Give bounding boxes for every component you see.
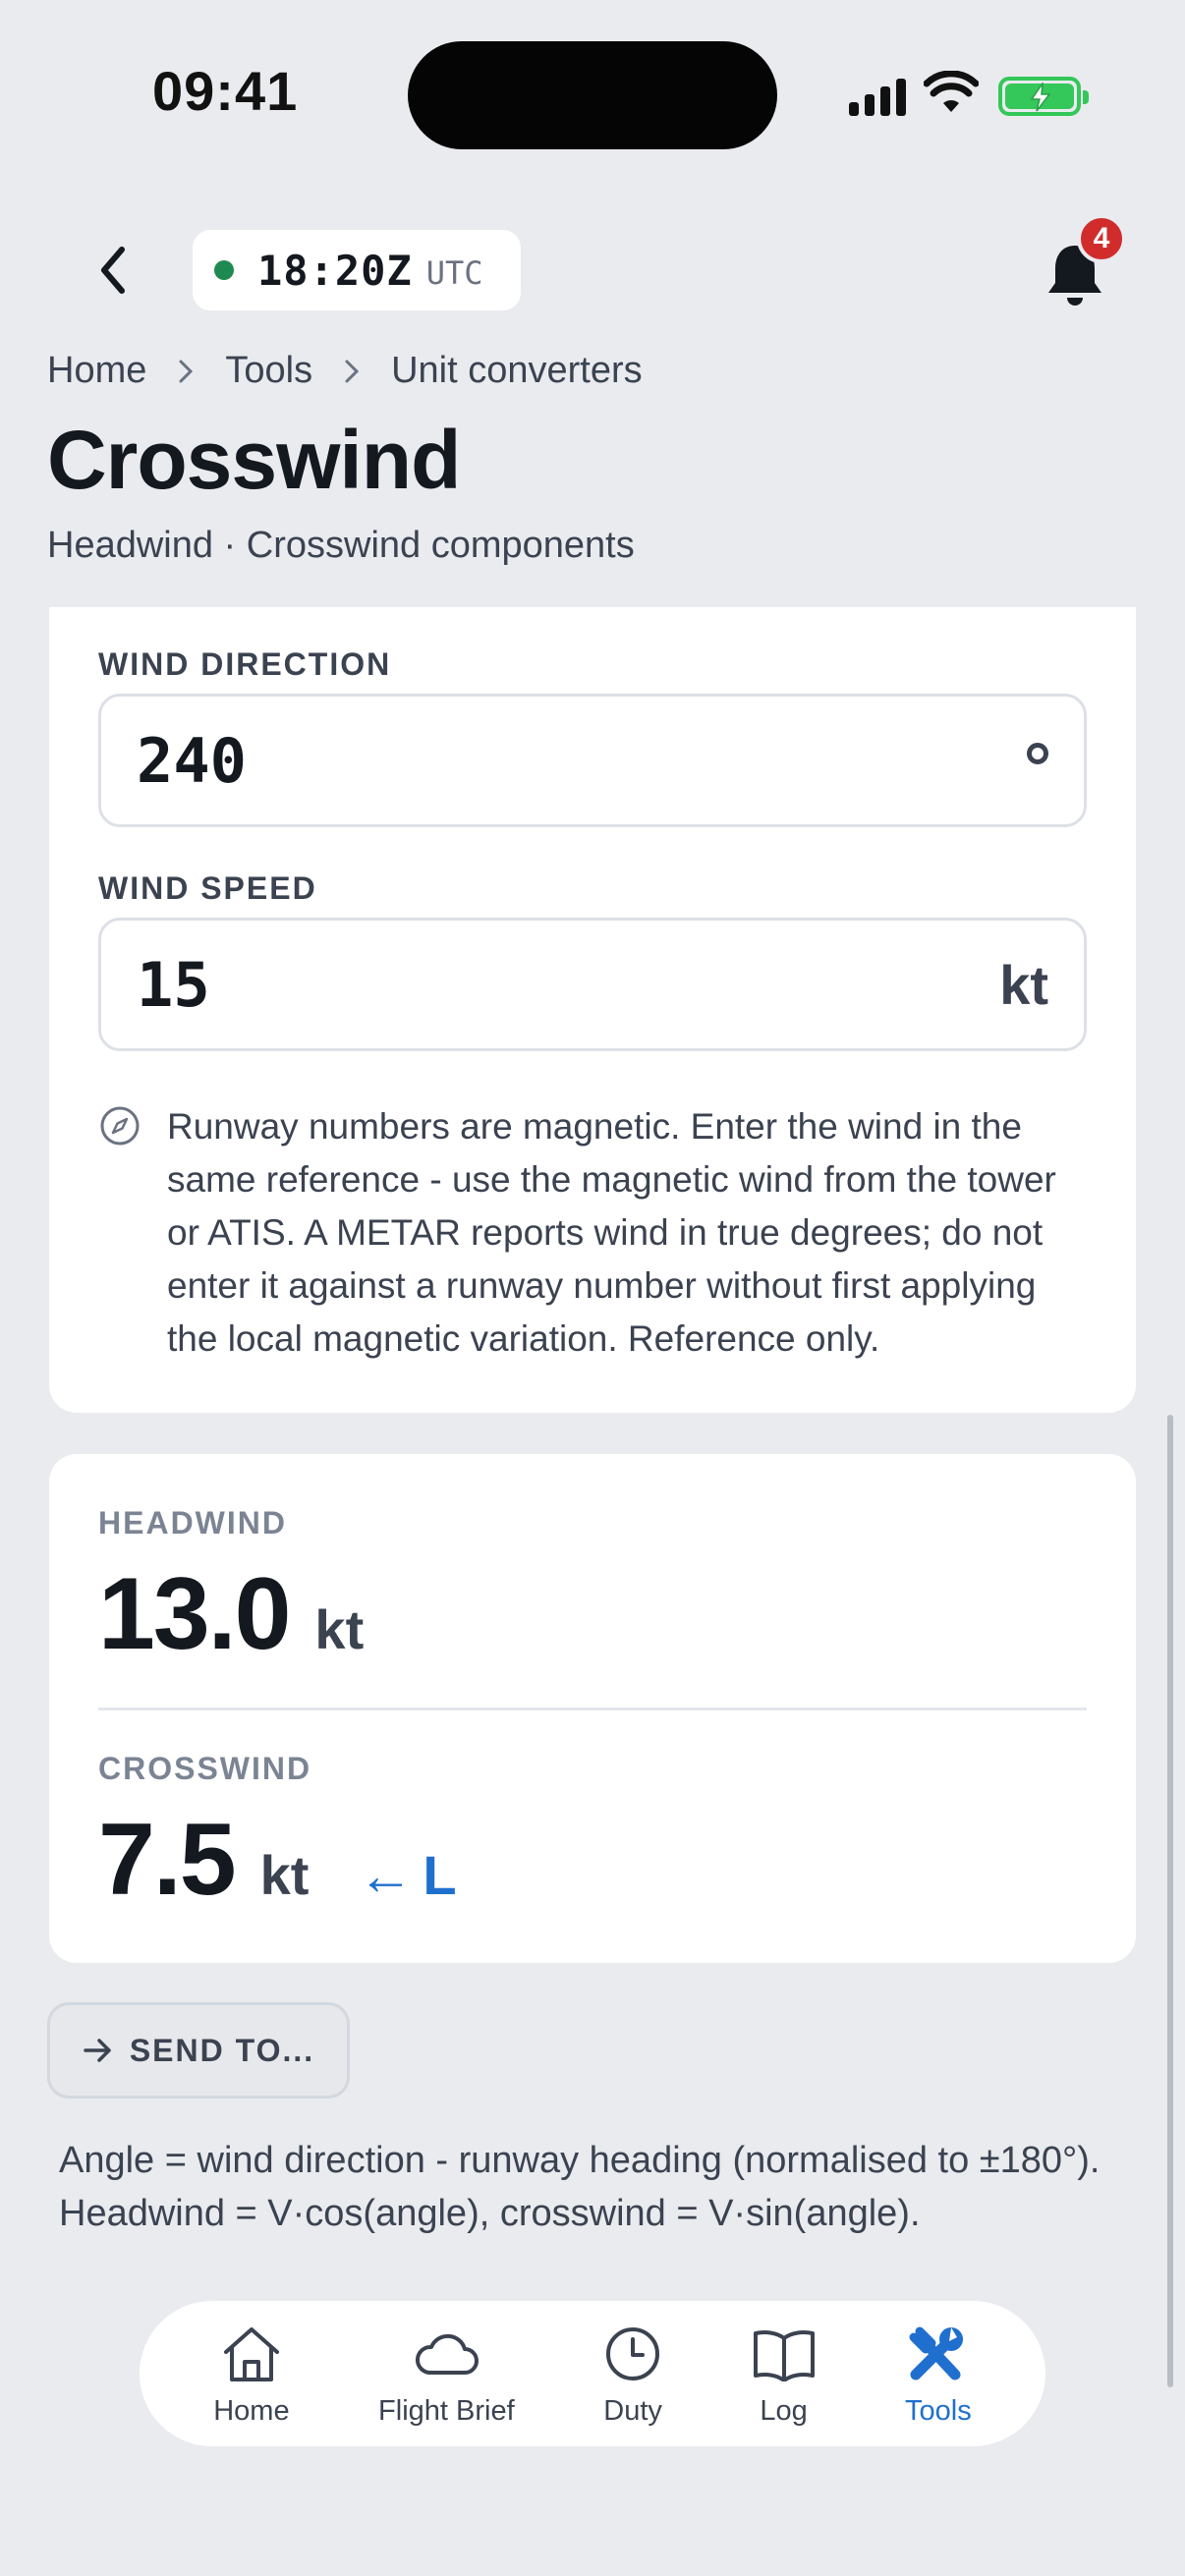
chevron-right-icon	[178, 359, 194, 384]
cloud-icon	[416, 2333, 480, 2375]
nav-item-duty[interactable]: Duty	[603, 2310, 662, 2437]
headwind-label: HEADWIND	[98, 1505, 287, 1540]
wind-direction-input[interactable]: 240	[98, 694, 1087, 827]
headwind-unit: kt	[314, 1598, 365, 1660]
page-subtitle: Headwind · Crosswind components	[47, 525, 635, 566]
wind-components-card: HEADWIND 13.0 kt CROSSWIND 7.5 kt ← L	[49, 1454, 1136, 1963]
arrow-left-icon: ←	[358, 1844, 414, 1906]
wind-input-card: WIND DIRECTION 240 WIND SPEED 15 kt Runw…	[49, 607, 1136, 1413]
nav-label-home: Home	[213, 2394, 290, 2427]
clock-icon	[606, 2326, 660, 2380]
breadcrumb-tools[interactable]: Tools	[225, 350, 312, 392]
nav-item-tools[interactable]: Tools	[905, 2310, 972, 2437]
wind-speed-input[interactable]: 15 kt	[98, 918, 1087, 1051]
nav-label-tools: Tools	[905, 2394, 972, 2427]
crosswind-label: CROSSWIND	[98, 1751, 312, 1786]
nav-item-log[interactable]: Log	[752, 2310, 817, 2437]
clock-zone: UTC	[425, 254, 483, 292]
breadcrumb-home[interactable]: Home	[47, 350, 146, 392]
utc-clock: 18:20Z UTC	[193, 230, 521, 310]
signal-icon	[849, 79, 908, 116]
clock-time: 18:20Z	[257, 246, 413, 295]
status-dot	[214, 260, 234, 280]
breadcrumb-unit-converters: Unit converters	[391, 350, 643, 391]
notification-badge: 4	[1077, 214, 1126, 263]
book-icon	[753, 2329, 815, 2381]
arrow-right-icon	[84, 2039, 111, 2062]
crosswind-value: 7.5	[98, 1803, 237, 1917]
send-to-label: SEND TO...	[129, 2032, 315, 2068]
nav-item-home[interactable]: Home	[213, 2310, 290, 2437]
formula-note: Angle = wind direction - runway heading …	[59, 2140, 1100, 2234]
wifi-icon	[924, 71, 979, 112]
nav-item-flight-brief[interactable]: Flight Brief	[378, 2310, 515, 2437]
wind-direction-value: 240	[137, 724, 247, 797]
headwind-result: 13.0 kt	[98, 1556, 364, 1673]
tools-icon	[909, 2326, 963, 2380]
battery-icon	[998, 77, 1089, 116]
bottom-nav: Home Flight Brief Duty Log Tools	[140, 2301, 1045, 2446]
crosswind-direction: ← L	[358, 1843, 456, 1907]
wind-speed-value: 15	[137, 948, 210, 1021]
dynamic-island	[408, 41, 777, 149]
chevron-right-icon	[344, 359, 360, 384]
crosswind-result: 7.5 kt ← L	[98, 1802, 457, 1919]
send-to-button[interactable]: SEND TO...	[47, 2002, 350, 2099]
compass-icon	[100, 1106, 140, 1146]
degree-unit-icon	[1027, 743, 1048, 764]
crosswind-unit: kt	[259, 1844, 310, 1906]
back-button[interactable]	[88, 236, 138, 305]
magnetic-reference-note: Runway numbers are magnetic. Enter the w…	[167, 1106, 1056, 1359]
nav-label-flight-brief: Flight Brief	[378, 2394, 515, 2427]
page-title: Crosswind	[47, 414, 461, 506]
breadcrumb: Home Tools Unit converters	[47, 350, 643, 392]
notifications-button[interactable]: 4	[1038, 214, 1126, 314]
divider	[98, 1708, 1087, 1710]
wind-speed-label: WIND SPEED	[98, 870, 317, 906]
crosswind-side: L	[423, 1844, 457, 1906]
scrollbar[interactable]	[1167, 1415, 1173, 2387]
headwind-value: 13.0	[98, 1557, 291, 1671]
status-time: 09:41	[152, 60, 299, 122]
nav-label-log: Log	[760, 2394, 808, 2427]
wind-speed-unit: kt	[999, 953, 1048, 1016]
chevron-left-icon	[101, 247, 125, 294]
wind-direction-label: WIND DIRECTION	[98, 646, 392, 682]
home-icon	[223, 2326, 279, 2381]
nav-label-duty: Duty	[603, 2394, 662, 2427]
